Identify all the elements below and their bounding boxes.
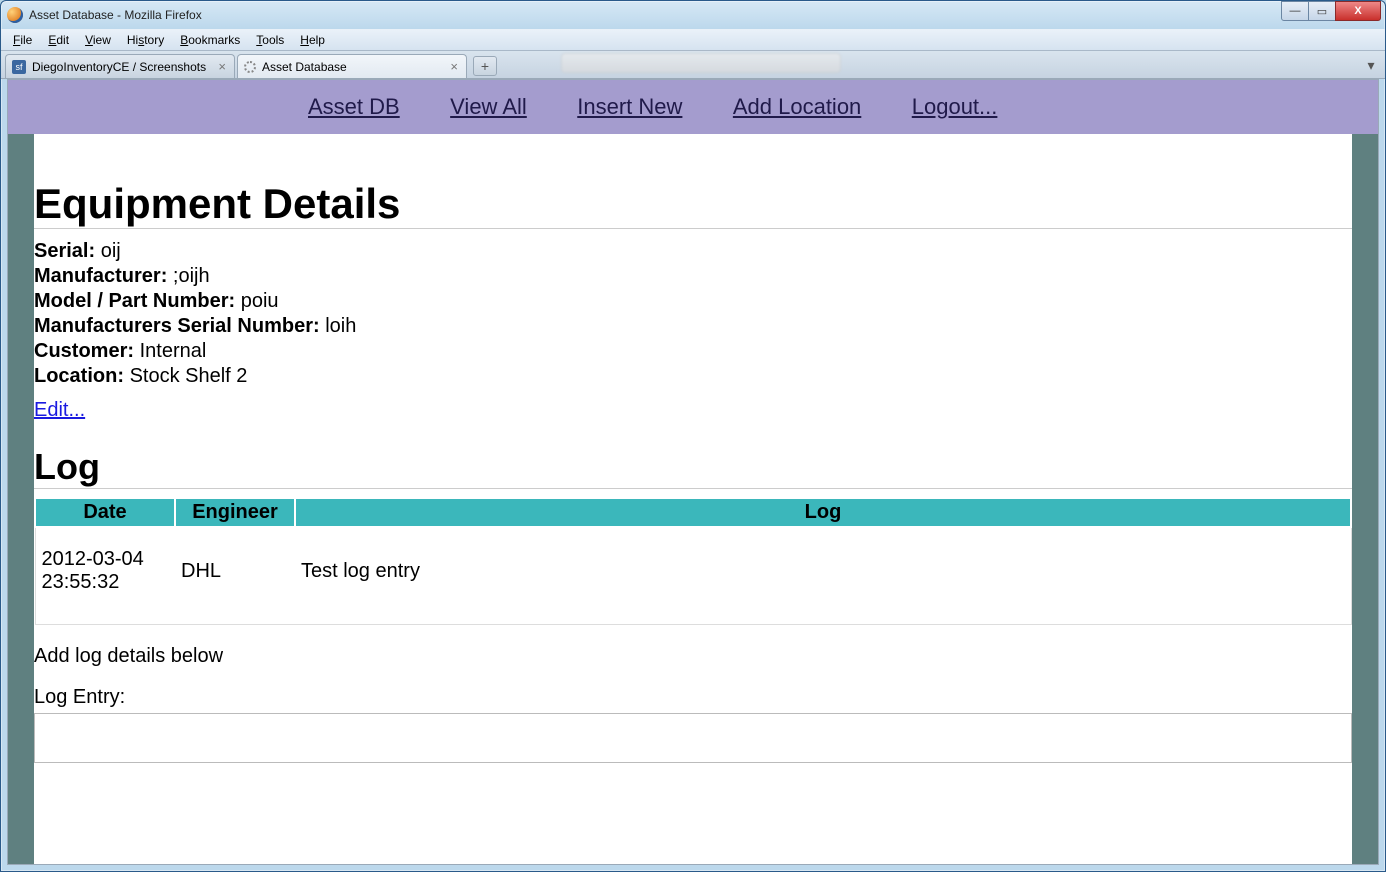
table-row: 2012-03-04 23:55:32 DHL Test log entry — [35, 527, 1351, 625]
log-table: Date Engineer Log 2012-03-04 23:55:32 DH… — [34, 497, 1352, 625]
detail-customer: Customer: Internal — [34, 339, 1352, 364]
detail-model: Model / Part Number: poiu — [34, 289, 1352, 314]
tab-close-icon[interactable]: × — [216, 59, 228, 74]
tab-label: Asset Database — [262, 60, 347, 74]
menu-help[interactable]: Help — [292, 31, 333, 49]
tab-asset-database[interactable]: Asset Database × — [237, 54, 467, 78]
details-block: Serial: oij Manufacturer: ;oijh Model / … — [34, 239, 1352, 389]
nav-insert-new[interactable]: Insert New — [577, 94, 682, 119]
log-entry-input[interactable] — [34, 713, 1352, 763]
top-nav: Asset DB View All Insert New Add Locatio… — [8, 80, 1378, 134]
log-cell-engineer: DHL — [175, 527, 295, 625]
nav-logout[interactable]: Logout... — [912, 94, 998, 119]
window-title: Asset Database - Mozilla Firefox — [29, 8, 202, 22]
heading-equipment-details: Equipment Details — [34, 180, 1352, 229]
log-header-log: Log — [295, 498, 1351, 527]
value-mfr-serial: loih — [325, 315, 356, 337]
tab-label: DiegoInventoryCE / Screenshots — [32, 60, 206, 74]
viewport: Asset DB View All Insert New Add Locatio… — [7, 79, 1379, 865]
close-button[interactable]: X — [1335, 1, 1381, 21]
titlebar: Asset Database - Mozilla Firefox — [1, 1, 1385, 29]
label-location: Location: — [34, 365, 124, 387]
tab-close-icon[interactable]: × — [448, 59, 460, 74]
value-customer: Internal — [140, 340, 207, 362]
minimize-button[interactable]: — — [1281, 1, 1309, 21]
menu-history[interactable]: History — [119, 31, 172, 49]
background-window-blur — [561, 53, 841, 73]
browser-window: Asset Database - Mozilla Firefox — ▭ X F… — [0, 0, 1386, 872]
page: Asset DB View All Insert New Add Locatio… — [8, 80, 1378, 864]
firefox-icon — [7, 7, 23, 23]
log-header-engineer: Engineer — [175, 498, 295, 527]
log-entry-label: Log Entry: — [34, 686, 1352, 709]
page-scroll[interactable]: Asset DB View All Insert New Add Locatio… — [8, 80, 1378, 864]
log-header-date: Date — [35, 498, 175, 527]
menubar: File Edit View History Bookmarks Tools H… — [1, 29, 1385, 51]
value-model: poiu — [241, 290, 279, 312]
log-cell-log: Test log entry — [295, 527, 1351, 625]
sourceforge-icon: sf — [12, 60, 26, 74]
detail-location: Location: Stock Shelf 2 — [34, 364, 1352, 389]
value-manufacturer: ;oijh — [173, 265, 210, 287]
log-cell-date: 2012-03-04 23:55:32 — [35, 527, 175, 625]
menu-bookmarks[interactable]: Bookmarks — [172, 31, 248, 49]
detail-manufacturer: Manufacturer: ;oijh — [34, 264, 1352, 289]
heading-log: Log — [34, 446, 1352, 489]
window-controls: — ▭ X — [1282, 1, 1381, 21]
menu-view[interactable]: View — [77, 31, 119, 49]
loading-icon — [244, 61, 256, 73]
value-location: Stock Shelf 2 — [130, 365, 248, 387]
menu-tools[interactable]: Tools — [248, 31, 292, 49]
detail-serial: Serial: oij — [34, 239, 1352, 264]
nav-asset-db[interactable]: Asset DB — [308, 94, 400, 119]
tab-diegoinventory[interactable]: sf DiegoInventoryCE / Screenshots × — [5, 54, 235, 78]
label-serial: Serial: — [34, 240, 95, 262]
detail-mfr-serial: Manufacturers Serial Number: loih — [34, 314, 1352, 339]
tabs-overflow-icon[interactable]: ▾ — [1363, 57, 1379, 73]
value-serial: oij — [101, 240, 121, 262]
nav-view-all[interactable]: View All — [450, 94, 527, 119]
new-tab-button[interactable]: + — [473, 56, 497, 76]
label-model: Model / Part Number: — [34, 290, 235, 312]
content: Equipment Details Serial: oij Manufactur… — [34, 134, 1352, 864]
nav-add-location[interactable]: Add Location — [733, 94, 861, 119]
label-customer: Customer: — [34, 340, 134, 362]
menu-edit[interactable]: Edit — [40, 31, 77, 49]
add-log-text: Add log details below — [34, 645, 1352, 668]
label-manufacturer: Manufacturer: — [34, 265, 167, 287]
edit-link[interactable]: Edit... — [34, 399, 85, 421]
label-mfr-serial: Manufacturers Serial Number: — [34, 315, 320, 337]
menu-file[interactable]: File — [5, 31, 40, 49]
maximize-button[interactable]: ▭ — [1308, 1, 1336, 21]
